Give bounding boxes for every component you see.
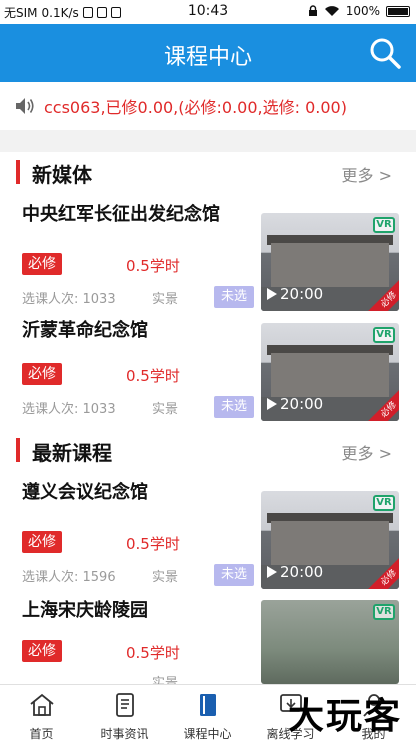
course-card[interactable]: 中央红军长征出发纪念馆 必修 0.5学时 选课人次: 1033 实景 未选 VR… — [0, 196, 416, 312]
play-icon — [267, 398, 277, 410]
required-badge: 必修 — [22, 253, 62, 275]
tab-label: 课程中心 — [183, 727, 232, 741]
course-type: 实景 — [152, 292, 179, 307]
course-type: 实景 — [152, 570, 179, 585]
course-thumbnail[interactable]: VR — [261, 600, 399, 684]
home-icon — [29, 693, 54, 716]
document-icon — [115, 693, 134, 717]
tab-home[interactable]: 首页 — [0, 691, 83, 742]
section-accent-bar — [16, 160, 20, 184]
wifi-icon — [324, 6, 339, 16]
course-card[interactable]: 沂蒙革命纪念馆 必修 0.5学时 选课人次: 1033 实景 未选 VR 20:… — [0, 312, 416, 430]
search-icon[interactable] — [368, 36, 402, 70]
speaker-icon — [16, 98, 34, 114]
battery-percent: 100% — [345, 4, 380, 18]
nav-bar: 课程中心 — [0, 24, 416, 82]
duration-label: 20:00 — [267, 285, 323, 303]
course-title: 沂蒙革命纪念馆 — [22, 320, 148, 341]
section-header-latest: 最新课程 更多 > — [0, 430, 416, 474]
section-header-new-media: 新媒体 更多 > — [0, 152, 416, 196]
enroll-count: 选课人次: 1033 — [22, 402, 116, 417]
course-thumbnail[interactable]: VR 20:00 必修 — [261, 323, 399, 421]
vr-icon: VR — [373, 327, 395, 343]
status-bar: 无SIM 0.1K/s 10:43 100% — [0, 0, 416, 24]
course-type: 实景 — [152, 402, 179, 417]
course-title: 上海宋庆龄陵园 — [22, 600, 148, 621]
section-title: 最新课程 — [32, 441, 112, 465]
required-badge: 必修 — [22, 640, 62, 662]
vr-icon: VR — [373, 604, 395, 620]
course-hours: 0.5学时 — [126, 367, 180, 385]
duration-text: 20:00 — [280, 563, 324, 581]
vr-icon: VR — [373, 217, 395, 233]
unselected-button[interactable]: 未选 — [214, 396, 254, 418]
notice-bar: ccs063,已修0.00,(必修:0.00,选修: 0.00) — [0, 82, 416, 130]
tab-label: 时事资讯 — [100, 727, 149, 741]
required-badge: 必修 — [22, 363, 62, 385]
course-title: 遵义会议纪念馆 — [22, 482, 148, 503]
page-title: 课程中心 — [163, 45, 252, 70]
duration-text: 20:00 — [280, 285, 324, 303]
tab-course-center[interactable]: 课程中心 — [166, 691, 249, 742]
thumb-building — [271, 243, 389, 287]
course-hours: 0.5学时 — [126, 644, 180, 662]
thumb-building — [271, 521, 389, 565]
study-summary: ccs063,已修0.00,(必修:0.00,选修: 0.00) — [44, 98, 347, 117]
battery-icon — [386, 5, 410, 17]
duration-label: 20:00 — [267, 563, 323, 581]
course-thumbnail[interactable]: VR 20:00 必修 — [261, 491, 399, 589]
required-badge: 必修 — [22, 531, 62, 553]
course-hours: 0.5学时 — [126, 535, 180, 553]
course-card[interactable]: 上海宋庆龄陵园 必修 0.5学时 实景 VR — [0, 592, 416, 691]
play-icon — [267, 288, 277, 300]
course-hours: 0.5学时 — [126, 257, 180, 275]
enroll-count: 选课人次: 1033 — [22, 292, 116, 307]
watermark: 大玩客 — [287, 695, 402, 737]
tab-label: 首页 — [29, 727, 54, 741]
section-title: 新媒体 — [32, 163, 92, 187]
duration-text: 20:00 — [280, 395, 324, 413]
lock-icon — [308, 5, 317, 16]
course-title: 中央红军长征出发纪念馆 — [22, 204, 220, 225]
section-accent-bar — [16, 438, 20, 462]
tab-news[interactable]: 时事资讯 — [83, 691, 166, 742]
vr-icon: VR — [373, 495, 395, 511]
course-thumbnail[interactable]: VR 20:00 必修 — [261, 213, 399, 311]
thumb-building — [271, 353, 389, 397]
unselected-button[interactable]: 未选 — [214, 564, 254, 586]
book-icon — [199, 694, 216, 716]
more-link[interactable]: 更多 > — [342, 440, 393, 464]
status-right: 100% — [308, 4, 410, 18]
course-card[interactable]: 遵义会议纪念馆 必修 0.5学时 选课人次: 1596 实景 未选 VR 20:… — [0, 474, 416, 592]
enroll-count: 选课人次: 1596 — [22, 570, 116, 585]
duration-label: 20:00 — [267, 395, 323, 413]
more-link[interactable]: 更多 > — [342, 162, 393, 186]
play-icon — [267, 566, 277, 578]
unselected-button[interactable]: 未选 — [214, 286, 254, 308]
